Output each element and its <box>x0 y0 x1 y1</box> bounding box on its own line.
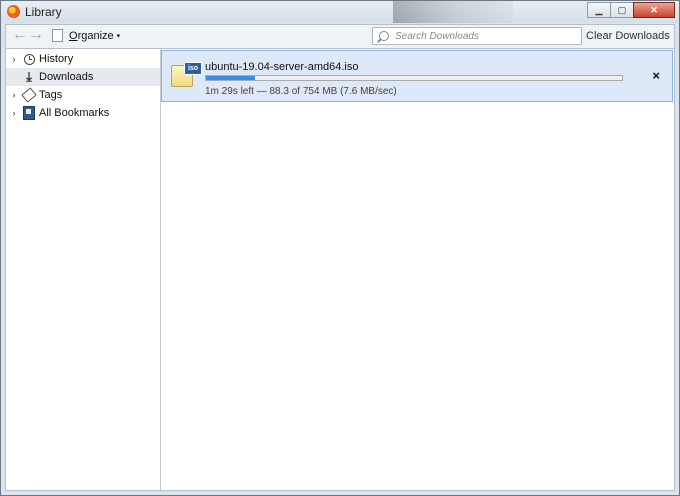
search-box[interactable] <box>372 27 582 45</box>
organize-label: Organize <box>69 29 114 42</box>
close-button[interactable]: ✕ <box>633 2 675 18</box>
title-bar-background <box>393 1 513 23</box>
sidebar-item-label: Downloads <box>39 71 94 83</box>
download-icon: ⤓ <box>26 69 32 84</box>
iso-file-icon: iso <box>171 62 202 87</box>
content-area: › History ⤓ Downloads › Tags › All Bookm… <box>5 48 675 491</box>
sidebar-tree: › History ⤓ Downloads › Tags › All Bookm… <box>6 49 161 490</box>
sidebar-item-tags[interactable]: › Tags <box>6 86 160 104</box>
expand-icon[interactable]: › <box>9 108 19 118</box>
search-input[interactable] <box>393 29 577 43</box>
download-progress-fill <box>206 76 255 80</box>
window-controls: ▁ ▢ ✕ <box>587 2 675 18</box>
file-type-badge: iso <box>184 62 202 75</box>
sidebar-item-all-bookmarks[interactable]: › All Bookmarks <box>6 104 160 122</box>
downloads-list: iso ubuntu-19.04-server-amd64.iso 1m 29s… <box>161 49 674 490</box>
chevron-down-icon: ▾ <box>116 32 121 40</box>
clear-downloads-button[interactable]: Clear Downloads <box>586 30 670 42</box>
sidebar-item-history[interactable]: › History <box>6 50 160 68</box>
title-bar[interactable]: Library ▁ ▢ ✕ <box>1 1 679 23</box>
download-status: 1m 29s left — 88.3 of 754 MB (7.6 MB/sec… <box>205 86 397 97</box>
clock-icon <box>22 52 36 66</box>
expand-icon[interactable]: › <box>9 90 19 100</box>
maximize-button[interactable]: ▢ <box>610 2 634 18</box>
sidebar-item-label: Tags <box>39 89 63 101</box>
cancel-download-button[interactable]: × <box>652 68 660 83</box>
sidebar-item-downloads[interactable]: ⤓ Downloads <box>6 68 160 86</box>
forward-button[interactable]: → <box>28 27 44 44</box>
back-button[interactable]: ← <box>12 27 28 44</box>
library-window: Library ▁ ▢ ✕ ← → Organize ▾ Clear Downl… <box>0 0 680 496</box>
toolbar: ← → Organize ▾ Clear Downloads <box>5 24 675 48</box>
sidebar-item-label: History <box>39 53 74 65</box>
download-progress-bar <box>205 75 623 81</box>
organize-icon <box>52 29 63 42</box>
firefox-icon <box>7 5 20 18</box>
sidebar-item-label: All Bookmarks <box>39 107 110 119</box>
download-item[interactable]: iso ubuntu-19.04-server-amd64.iso 1m 29s… <box>161 50 673 102</box>
window-title: Library <box>25 5 62 19</box>
tag-icon <box>21 87 37 103</box>
expand-icon[interactable]: › <box>9 54 19 64</box>
search-icon <box>379 31 389 41</box>
organize-menu-button[interactable]: Organize ▾ <box>52 29 120 42</box>
bookmarks-icon <box>22 106 36 120</box>
download-file-name: ubuntu-19.04-server-amd64.iso <box>205 61 359 73</box>
minimize-button[interactable]: ▁ <box>587 2 611 18</box>
